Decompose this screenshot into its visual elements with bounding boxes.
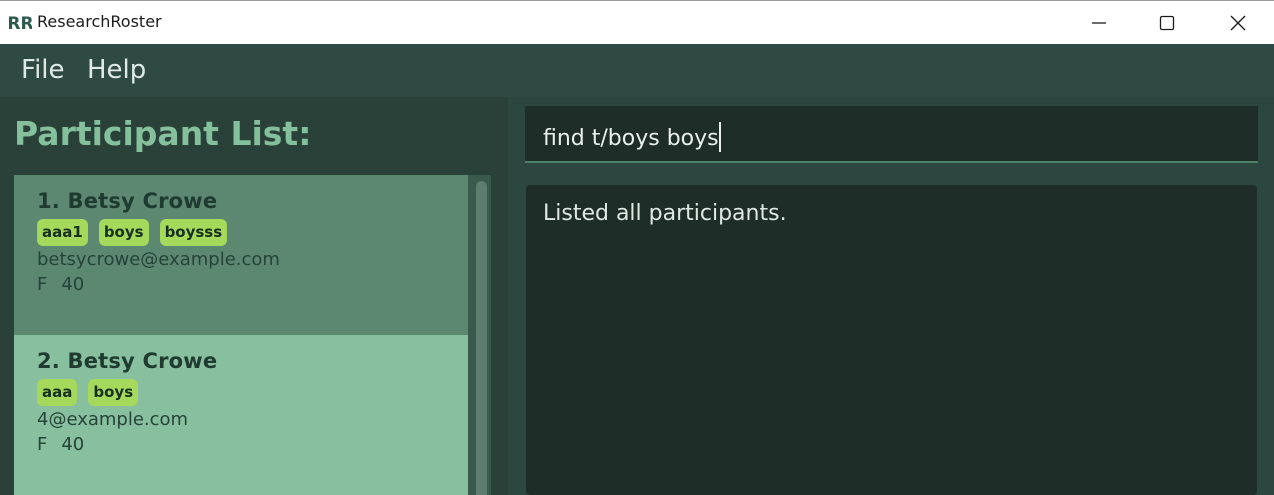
participant-list-panel: Participant List: 1. Betsy Crowe aaa1 bo… bbox=[0, 97, 508, 495]
minimize-button[interactable] bbox=[1064, 1, 1134, 45]
participant-gender: F bbox=[37, 434, 48, 455]
participant-email: 4@example.com bbox=[37, 409, 189, 430]
participant-age: 40 bbox=[61, 434, 85, 455]
text-caret bbox=[718, 122, 721, 152]
close-icon bbox=[1230, 15, 1246, 31]
participant-name: 2. Betsy Crowe bbox=[37, 349, 218, 373]
command-input[interactable]: find t/boys boys bbox=[525, 106, 1258, 163]
maximize-button[interactable] bbox=[1132, 1, 1202, 45]
participant-email: betsycrowe@example.com bbox=[37, 249, 280, 270]
command-input-value: find t/boys boys bbox=[543, 122, 721, 152]
participant-tags: aaa boys bbox=[37, 379, 468, 407]
participant-card[interactable]: 1. Betsy Crowe aaa1 boys boysss betsycro… bbox=[14, 175, 468, 335]
command-panel: find t/boys boys Listed all participants… bbox=[508, 97, 1274, 495]
window-title: ResearchRoster bbox=[37, 12, 162, 31]
participant-details: F 40 bbox=[37, 274, 468, 295]
app-logo-icon: RR bbox=[9, 10, 32, 34]
result-message: Listed all participants. bbox=[543, 201, 787, 226]
close-button[interactable] bbox=[1203, 1, 1273, 45]
result-display[interactable]: Listed all participants. bbox=[526, 185, 1257, 495]
list-scrollbar[interactable] bbox=[471, 175, 491, 495]
tag-badge: aaa bbox=[37, 379, 78, 406]
participant-list[interactable]: 1. Betsy Crowe aaa1 boys boysss betsycro… bbox=[14, 175, 491, 495]
participant-gender: F bbox=[37, 274, 48, 295]
menu-help[interactable]: Help bbox=[87, 55, 146, 85]
svg-text:RR: RR bbox=[9, 14, 32, 34]
menu-bar: File Help bbox=[0, 44, 1274, 97]
tag-badge: boys bbox=[88, 379, 139, 406]
participant-age: 40 bbox=[61, 274, 85, 295]
maximize-icon bbox=[1159, 15, 1175, 31]
title-bar: RR ResearchRoster bbox=[0, 0, 1274, 44]
menu-file[interactable]: File bbox=[21, 55, 65, 85]
tag-badge: aaa1 bbox=[37, 219, 88, 246]
participant-list-title: Participant List: bbox=[14, 114, 312, 153]
participant-card[interactable]: 2. Betsy Crowe aaa boys 4@example.com F … bbox=[14, 335, 468, 495]
tag-badge: boysss bbox=[159, 219, 228, 246]
minimize-icon bbox=[1092, 22, 1106, 24]
participant-tags: aaa1 boys boysss bbox=[37, 219, 468, 247]
tag-badge: boys bbox=[98, 219, 149, 246]
scrollbar-thumb[interactable] bbox=[476, 181, 487, 495]
participant-details: F 40 bbox=[37, 434, 468, 455]
participant-name: 1. Betsy Crowe bbox=[37, 189, 218, 213]
